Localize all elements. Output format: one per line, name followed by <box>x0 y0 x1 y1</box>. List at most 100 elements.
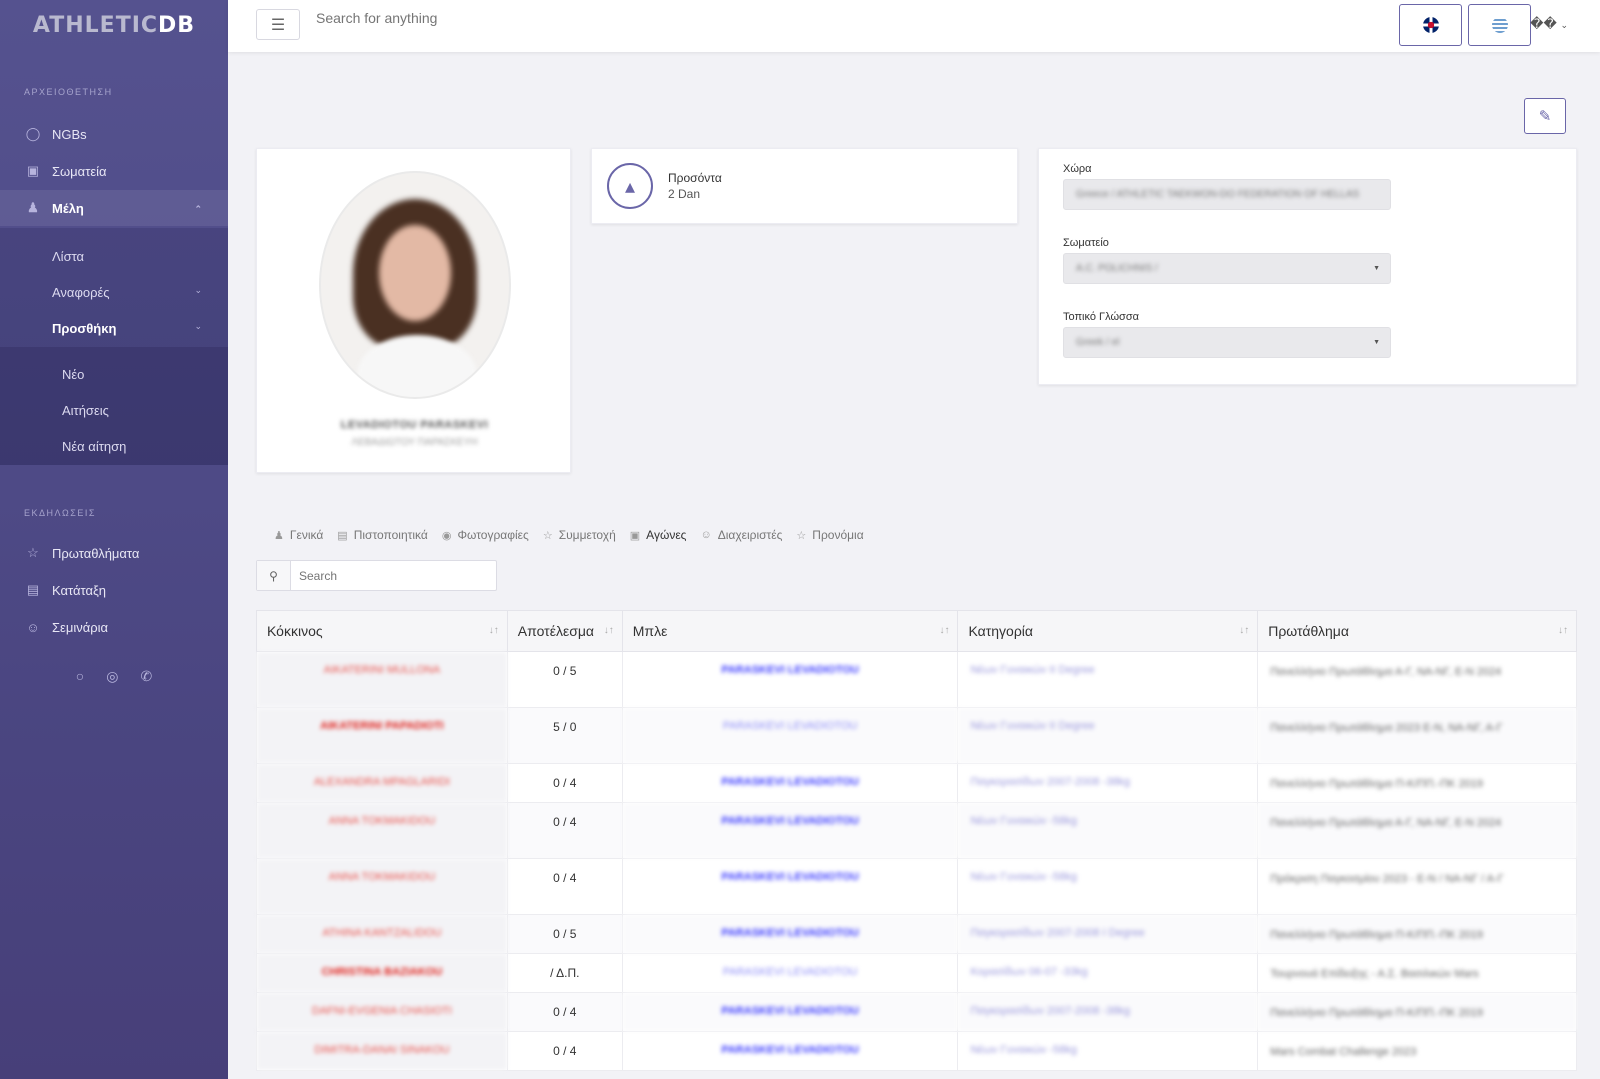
blue-athlete[interactable]: PARASKEVI LEVADIOTOU <box>621 707 959 764</box>
global-search-input[interactable] <box>316 10 616 26</box>
col-red[interactable]: Κόκκινος ↓↑ <box>256 610 508 652</box>
bar-chart-icon: ▤ <box>26 582 40 597</box>
edit-icon: ✎ <box>1538 108 1552 125</box>
category: Νέων Γυναικών II Degree <box>957 707 1259 764</box>
tab-photos[interactable]: ◉ Φωτογραφίες <box>442 528 529 542</box>
category: Νέων Γυναικών -58kg <box>957 858 1259 915</box>
sort-icon: ↓↑ <box>488 625 499 636</box>
menu-toggle-button[interactable]: ☰ <box>256 9 300 40</box>
sidebar-item-ngbs[interactable]: ◯ NGBs <box>0 116 228 152</box>
red-athlete[interactable]: DAFNI-EVGENIA CHASIOTI <box>256 992 508 1032</box>
blue-athlete[interactable]: PARASKEVI LEVADIOTOU <box>621 763 959 803</box>
result: / Δ.Π. <box>506 953 623 993</box>
club-select[interactable]: A.C. POLICHNIS / ▼ <box>1063 253 1391 284</box>
col-category[interactable]: Κατηγορία ↓↑ <box>957 610 1259 652</box>
chevron-up-icon: ⌃ <box>194 204 202 214</box>
sidebar-item-ranking[interactable]: ▤ Κατάταξη <box>0 572 228 608</box>
tab-general[interactable]: ♟ Γενικά <box>274 528 323 542</box>
sidebar-item-championships[interactable]: ☆ Πρωταθλήματα <box>0 535 228 571</box>
sort-icon: ↓↑ <box>603 625 614 636</box>
col-label: Πρωτάθλημα <box>1268 623 1349 639</box>
member-icon: ♟ <box>27 200 39 215</box>
red-athlete[interactable]: CHRISTINA BAZIAKOU <box>256 953 508 993</box>
add-submenu: Νέο Αιτήσεις Νέα αίτηση <box>0 347 228 465</box>
edit-button[interactable]: ✎ <box>1524 98 1566 134</box>
blue-athlete[interactable]: PARASKEVI LEVADIOTOU <box>621 992 959 1032</box>
championship: Τουρνουά Επίδειξης - Α.Σ. Βασιλικών Mars <box>1257 953 1577 993</box>
tab-label: Φωτογραφίες <box>457 528 529 542</box>
sidebar-item-clubs[interactable]: ▣ Σωματεία <box>0 153 228 189</box>
chat-icon[interactable]: ○ <box>76 668 84 685</box>
blue-athlete[interactable]: PARASKEVI LEVADIOTOU <box>621 651 959 708</box>
language-en-button[interactable] <box>1399 4 1462 46</box>
tab-participation[interactable]: ☆ Συμμετοχή <box>543 528 616 542</box>
uk-flag-icon <box>1422 17 1439 33</box>
category: Κορασίδων 06-07 -33kg <box>957 953 1259 993</box>
red-athlete[interactable]: ANNA TOKMAKIDOU <box>256 858 508 915</box>
submenu-item-new-application[interactable]: Νέα αίτηση <box>62 439 126 454</box>
search-icon: ⚲ <box>257 561 291 590</box>
table-row: CHRISTINA BAZIAKOU / Δ.Π. PARASKEVI LEVA… <box>256 953 1577 993</box>
language-select[interactable]: Greek / el ▼ <box>1063 327 1391 358</box>
tab-administrators[interactable]: ☺ Διαχειριστές <box>700 528 782 542</box>
sidebar: ATHLETIC DB ΑΡΧΕΙΟΘΕΤΗΣΗ ◯ NGBs ▣ Σωματεί… <box>0 0 228 1079</box>
profile-card: LEVADIOTOU PARASKEVI ΛΕΒΑΔΙΩΤΟΥ ΠΑΡΑΣΚΕΥ… <box>256 148 571 473</box>
col-championship[interactable]: Πρωτάθλημα ↓↑ <box>1257 610 1577 652</box>
sidebar-item-label: Σωματεία <box>52 163 107 179</box>
col-label: Κατηγορία <box>968 623 1033 639</box>
qualifications-card: ▴ Προσόντα 2 Dan <box>591 148 1018 224</box>
sidebar-item-seminars[interactable]: ☺ Σεμινάρια <box>0 609 228 645</box>
topbar: ☰ �� ⌄ <box>228 0 1600 52</box>
red-athlete[interactable]: AIKATERINI PAPADIOTI <box>256 707 508 764</box>
category: Παγκορασίδων 2007-2008 I Degree <box>957 914 1259 954</box>
globe-icon[interactable]: ◎ <box>106 668 118 685</box>
sidebar-item-label: Κατάταξη <box>52 582 107 598</box>
category: Παγκορασίδων 2007-2008 -38kg <box>957 763 1259 803</box>
user-menu[interactable]: �� ⌄ <box>1530 16 1568 32</box>
greek-flag-icon <box>1491 17 1508 33</box>
championship: Πανελλήνιο Πρωτάθλημα Α-Γ, ΝΑ-ΝΓ, Ε-Ν 20… <box>1257 651 1577 708</box>
blue-athlete[interactable]: PARASKEVI LEVADIOTOU <box>621 802 959 859</box>
red-athlete[interactable]: ATHINA KANTZALIDOU <box>256 914 508 954</box>
blue-athlete[interactable]: PARASKEVI LEVADIOTOU <box>621 953 959 993</box>
red-athlete[interactable]: ANNA TOKMAKIDOU <box>256 802 508 859</box>
red-athlete[interactable]: ALEXANDRA MPAGLARIDI <box>256 763 508 803</box>
submenu-item-reports[interactable]: Αναφορές <box>52 285 110 300</box>
language-label: Τοπικό Γλώσσα <box>1063 311 1139 323</box>
wallet-icon: ▣ <box>629 529 641 542</box>
submenu-item-list[interactable]: Λίστα <box>52 249 84 264</box>
table-row: ANNA TOKMAKIDOU 0 / 4 PARASKEVI LEVADIOT… <box>256 802 1577 859</box>
phone-icon[interactable]: ✆ <box>140 668 152 685</box>
sidebar-item-label: Μέλη <box>52 200 84 216</box>
tab-matches[interactable]: ▣ Αγώνες <box>630 528 687 542</box>
category: Νέων Γυναικών -58kg <box>957 802 1259 859</box>
table-search-input[interactable] <box>299 569 479 583</box>
submenu-item-applications[interactable]: Αιτήσεις <box>62 403 109 418</box>
blue-athlete[interactable]: PARASKEVI LEVADIOTOU <box>621 858 959 915</box>
star-icon: ☆ <box>796 529 807 542</box>
result: 0 / 4 <box>506 1031 623 1071</box>
result: 0 / 4 <box>506 763 623 803</box>
logo[interactable]: ATHLETIC DB <box>0 0 228 50</box>
category: Παγκορασίδων 2007-2008 -38kg <box>957 992 1259 1032</box>
submenu-item-add[interactable]: Προσθήκη <box>52 321 116 336</box>
user-menu-label: �� <box>1530 16 1557 31</box>
trophy-icon: ☆ <box>542 529 553 542</box>
result: 0 / 5 <box>506 651 623 708</box>
sidebar-item-label: Σεμινάρια <box>52 619 109 635</box>
tab-label: Συμμετοχή <box>558 528 616 542</box>
matches-table: Κόκκινος ↓↑ Αποτέλεσμα ↓↑ Μπλε ↓↑ Κατηγορία… <box>256 610 1577 1071</box>
blue-athlete[interactable]: PARASKEVI LEVADIOTOU <box>621 914 959 954</box>
blue-athlete[interactable]: PARASKEVI LEVADIOTOU <box>621 1031 959 1071</box>
submenu-item-new[interactable]: Νέο <box>62 367 84 382</box>
tab-certificates[interactable]: ▤ Πιστοποιητικά <box>337 528 428 542</box>
category: Νέων Γυναικών II Degree <box>957 651 1259 708</box>
col-blue[interactable]: Μπλε ↓↑ <box>621 610 959 652</box>
red-athlete[interactable]: AIKATERINI MULLONA <box>256 651 508 708</box>
sort-icon: ↓↑ <box>939 625 950 636</box>
red-athlete[interactable]: DIMITRA-DANAI SINAKOU <box>256 1031 508 1071</box>
sidebar-item-members[interactable]: ♟ Μέλη ⌃ <box>0 190 228 226</box>
tab-privileges[interactable]: ☆ Προνόμια <box>796 528 863 542</box>
language-gr-button[interactable] <box>1468 4 1531 46</box>
col-result[interactable]: Αποτέλεσμα ↓↑ <box>506 610 623 652</box>
